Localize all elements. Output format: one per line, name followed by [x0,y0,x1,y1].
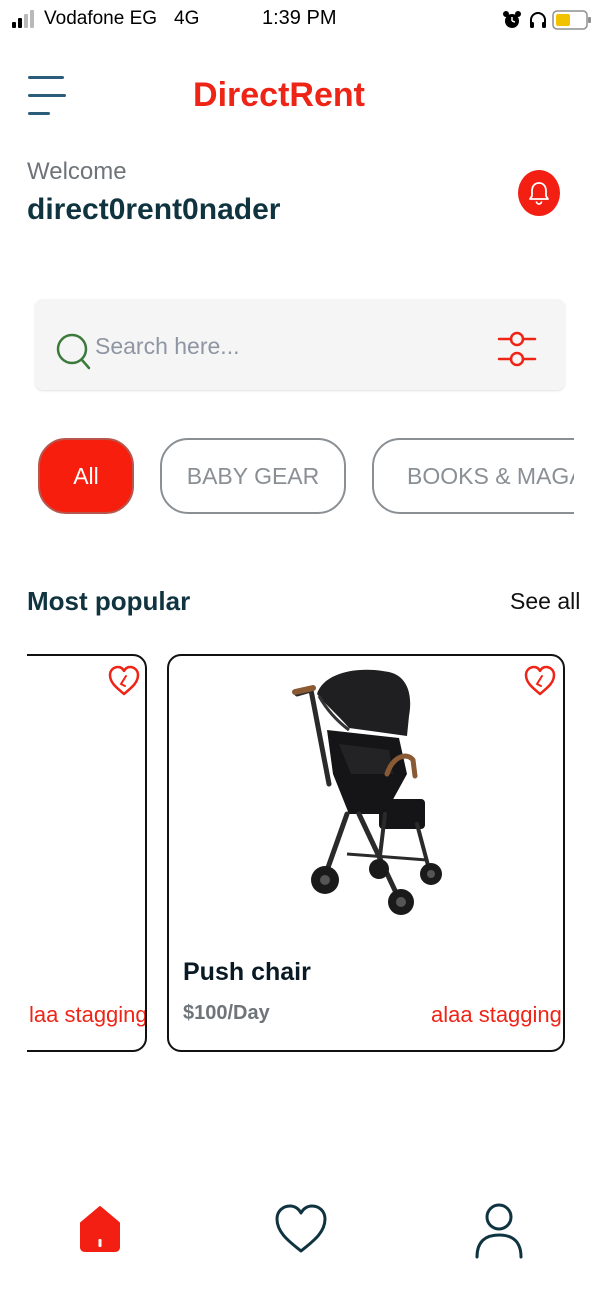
category-chip-books-magazines[interactable]: BOOKS & MAGAZ [372,438,574,514]
status-time: 1:39 PM [262,7,337,29]
hamburger-menu-icon [28,76,64,79]
username: direct0rent0nader [27,193,281,226]
heart-icon[interactable] [107,664,141,698]
alarm-icon [503,11,521,28]
product-owner: alaa stagging [431,1002,562,1027]
home-icon[interactable] [79,1205,121,1253]
section-title-most-popular: Most popular [27,586,191,616]
heart-icon[interactable] [274,1203,328,1255]
network-type: 4G [174,8,200,29]
bell-icon [529,182,549,205]
product-price: $100/Day [183,1002,270,1024]
menu-button[interactable] [24,72,68,118]
welcome-label: Welcome [27,158,127,185]
product-card[interactable]: laa stagging [27,654,147,1052]
category-chip-baby-gear[interactable]: BABY GEAR [160,438,346,514]
heart-icon[interactable] [523,664,557,698]
notifications-button[interactable] [518,170,560,216]
battery-icon [552,10,591,30]
search-bar[interactable] [35,299,565,390]
status-bar: Vodafone EG 4G 1:39 PM [0,0,600,40]
see-all-link[interactable]: See all [510,588,580,615]
carrier-name: Vodafone EG [44,8,158,29]
product-card[interactable]: Push chair $100/Day alaa stagging [167,654,565,1052]
category-chips: All BABY GEAR BOOKS & MAGAZ [38,438,574,516]
product-owner: laa stagging [29,1002,147,1027]
search-input[interactable] [95,329,475,363]
signal-icon [12,10,38,28]
app-title: DirectRent [193,76,365,114]
search-icon [56,333,91,370]
headphone-icon [530,12,546,28]
filter-sliders-icon[interactable] [497,329,537,369]
popular-carousel[interactable]: laa stagging Push chair $100/Day alaa st… [27,653,600,1055]
bottom-navigation [0,1195,600,1265]
category-chip-all[interactable]: All [38,438,134,514]
push-chair-image [292,669,442,915]
product-name: Push chair [183,958,311,986]
profile-icon[interactable] [474,1201,524,1259]
